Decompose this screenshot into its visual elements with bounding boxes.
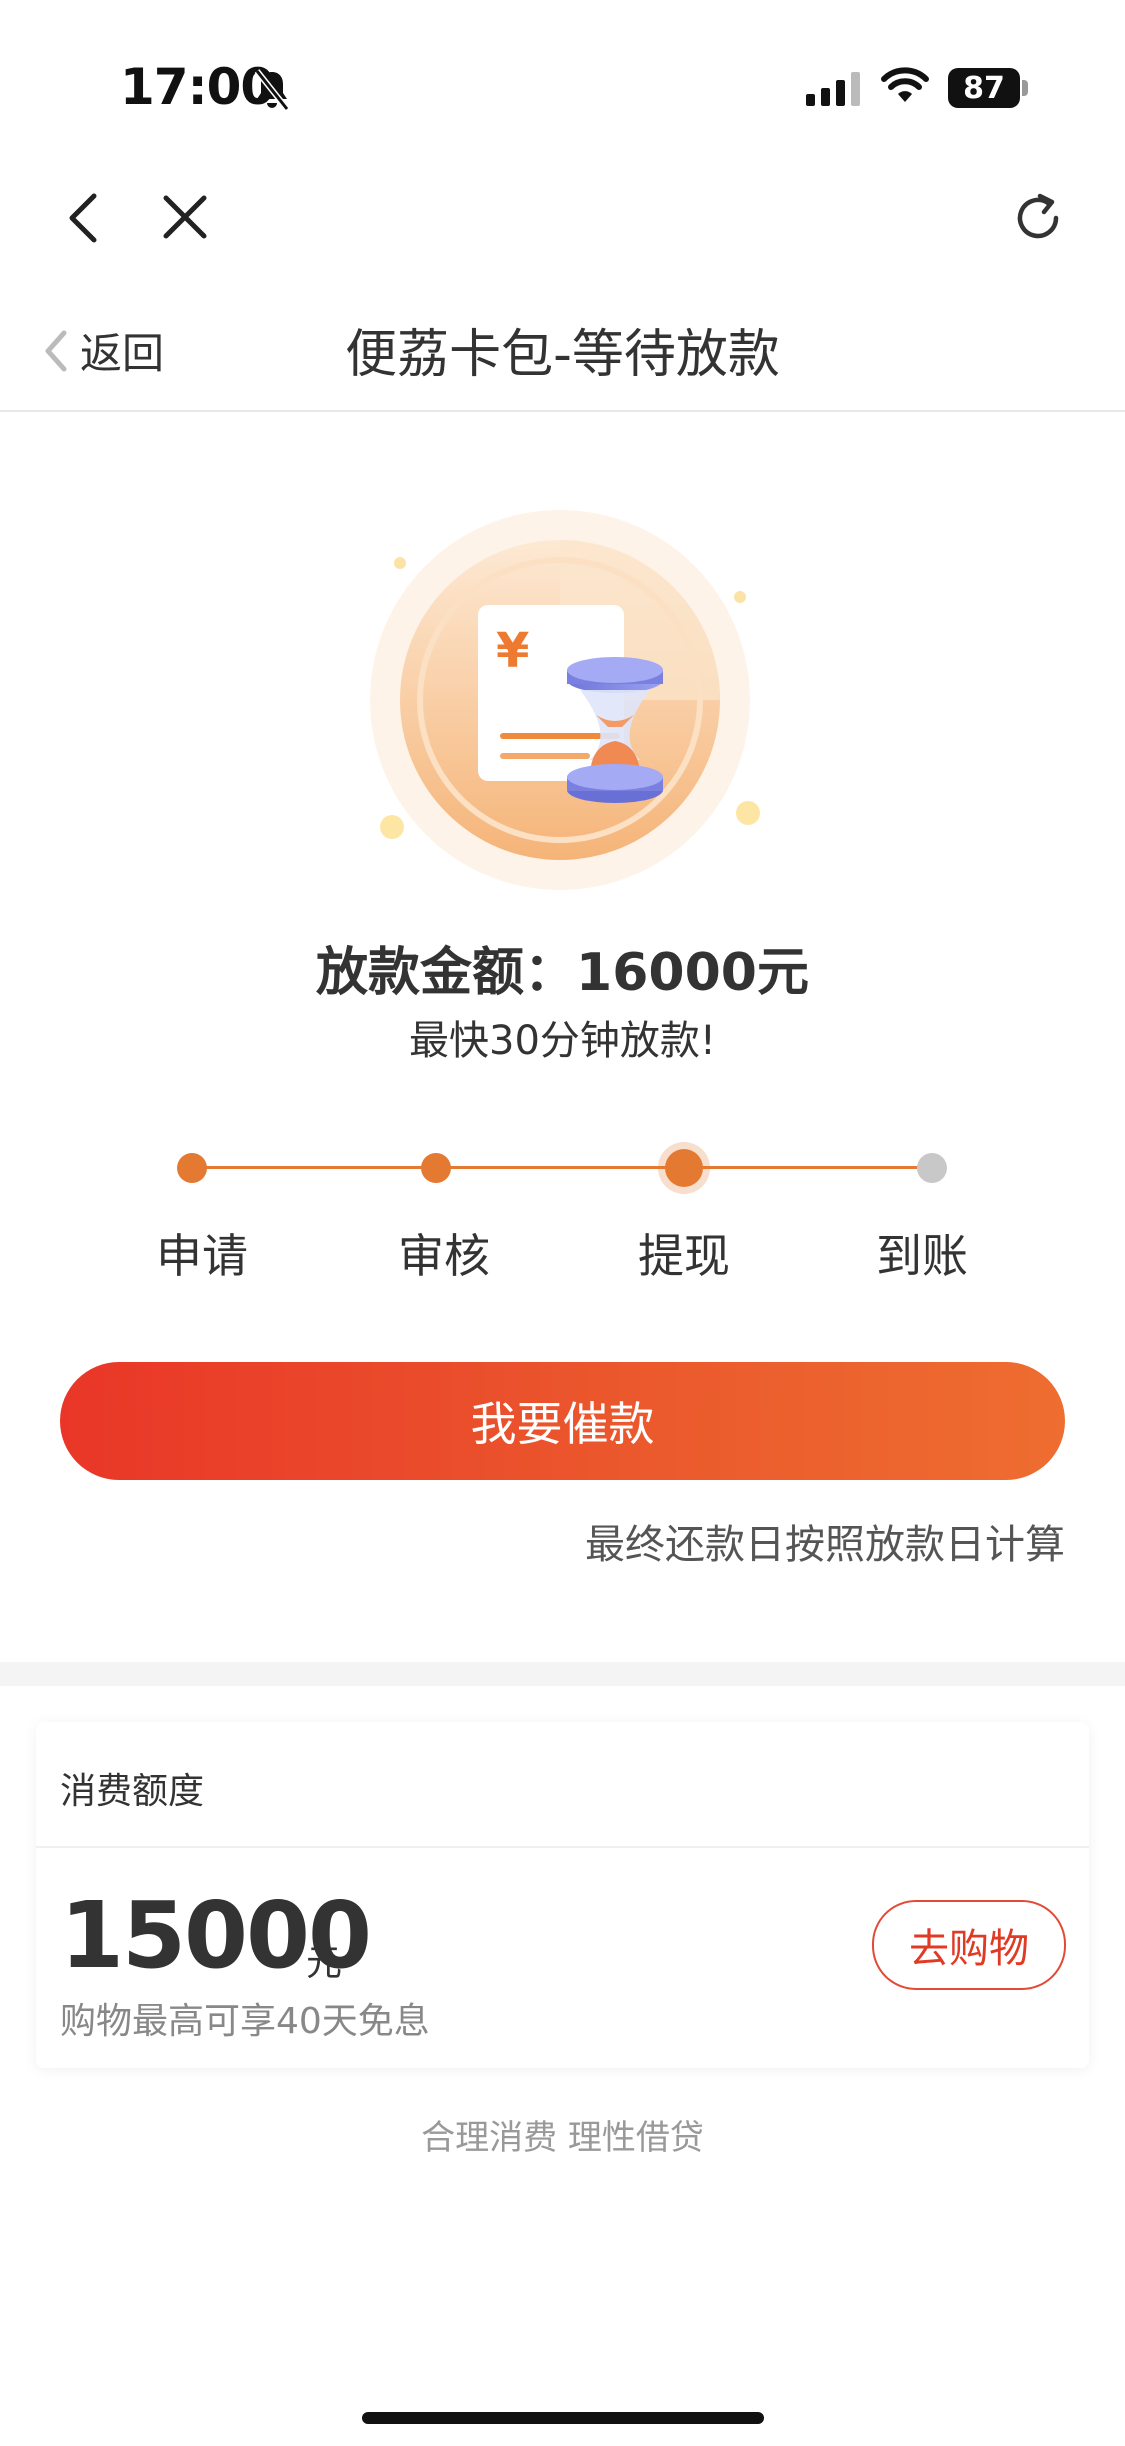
go-shopping-button[interactable]: 去购物 <box>872 1900 1066 1990</box>
step-dot-review <box>421 1153 451 1183</box>
card-divider <box>36 1846 1089 1848</box>
card-title: 消费额度 <box>60 1771 205 1812</box>
page-title: 便荔卡包-等待放款 <box>345 325 780 385</box>
header-divider <box>0 410 1125 412</box>
svg-text:¥: ¥ <box>496 623 529 679</box>
limit-unit: 元 <box>306 1943 343 1984</box>
wifi-icon <box>880 66 930 110</box>
repay-date-note: 最终还款日按照放款日计算 <box>585 1522 1065 1568</box>
step-label-arrival: 到账 <box>876 1229 968 1283</box>
step-dot-withdraw <box>665 1149 703 1187</box>
battery-cap <box>1022 80 1028 96</box>
home-indicator[interactable] <box>362 2412 764 2424</box>
close-icon[interactable] <box>160 188 210 252</box>
urge-payout-button[interactable]: 我要催款 <box>60 1362 1065 1480</box>
footer-slogan: 合理消费 理性借贷 <box>421 2118 704 2158</box>
step-connector-2 <box>437 1166 684 1169</box>
back-arrow-icon[interactable] <box>60 188 104 252</box>
refresh-icon[interactable] <box>1010 190 1066 250</box>
step-dot-arrival <box>917 1153 947 1183</box>
step-label-review: 审核 <box>398 1229 490 1283</box>
step-connector-3 <box>684 1166 932 1169</box>
loan-eta: 最快30分钟放款! <box>409 1018 716 1064</box>
step-connector-1 <box>192 1166 437 1169</box>
bell-muted-icon <box>252 68 292 116</box>
step-label-withdraw: 提现 <box>638 1229 730 1283</box>
limit-description: 购物最高可享40天免息 <box>60 2001 430 2042</box>
step-dot-apply <box>177 1153 207 1183</box>
loan-amount: 放款金额：16000元 <box>316 943 809 1003</box>
section-separator <box>0 1662 1125 1686</box>
cellular-signal-icon <box>806 72 860 106</box>
step-label-apply: 申请 <box>156 1229 248 1283</box>
battery-indicator: 87 <box>948 68 1020 108</box>
waiting-illustration: ¥ <box>360 505 760 905</box>
